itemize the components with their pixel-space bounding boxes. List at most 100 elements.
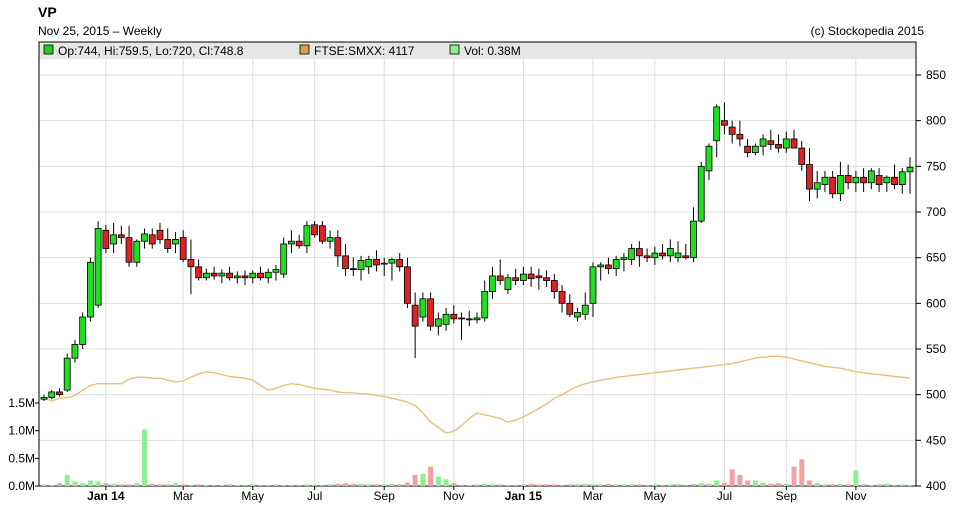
candle <box>713 104 721 158</box>
candle <box>512 268 520 286</box>
candle-body <box>133 240 141 263</box>
candle <box>380 257 388 276</box>
candle <box>690 207 697 263</box>
volume-bar <box>768 483 774 486</box>
candle <box>318 221 326 244</box>
price-tick-label: 600 <box>926 296 946 310</box>
volume-bar <box>489 484 495 486</box>
candle <box>721 102 728 135</box>
candle-body <box>187 259 195 268</box>
candle <box>311 221 319 238</box>
candle-body <box>775 144 782 149</box>
candle-body <box>628 248 636 260</box>
candle-body <box>311 224 319 236</box>
candle <box>79 312 87 349</box>
candle <box>334 230 342 267</box>
candle <box>264 268 272 284</box>
x-tick-label: Sep <box>776 489 798 503</box>
candle <box>489 266 496 299</box>
volume-bar <box>103 483 109 486</box>
volume-bar <box>41 484 47 486</box>
candle-body <box>806 164 813 190</box>
volume-bar <box>683 484 689 486</box>
candle <box>288 230 295 254</box>
candle <box>697 161 705 223</box>
price-tick-label: 450 <box>926 433 946 447</box>
candle <box>589 262 597 318</box>
candle-body <box>342 255 349 270</box>
volume-bar <box>551 484 557 486</box>
volume-bar <box>892 484 898 486</box>
candle-body <box>442 313 450 325</box>
volume-bar <box>288 484 294 486</box>
candle-body <box>102 229 110 249</box>
candle <box>883 175 891 192</box>
volume-bar <box>629 484 635 486</box>
volume-bar <box>544 484 550 486</box>
candle <box>241 270 249 286</box>
candle <box>597 262 605 281</box>
candle <box>373 250 380 272</box>
volume-bar <box>64 474 70 486</box>
candle <box>396 253 404 272</box>
candle <box>481 280 489 322</box>
candle <box>728 120 736 144</box>
candle-body <box>226 272 233 279</box>
volume-bar <box>327 484 333 486</box>
x-tick-label: May <box>241 489 264 503</box>
candle <box>40 394 48 402</box>
volume-bar <box>157 484 163 486</box>
volume-bar <box>366 484 372 486</box>
candle-body <box>496 275 504 281</box>
candle <box>496 259 504 286</box>
candle <box>349 257 357 276</box>
candle-body <box>465 318 473 321</box>
candle-body <box>566 302 574 315</box>
candle-body <box>736 133 744 140</box>
candle-body <box>550 280 558 292</box>
candle <box>86 257 94 322</box>
candle <box>643 248 651 263</box>
candle <box>744 138 752 158</box>
candle <box>226 266 233 281</box>
candle <box>806 148 813 202</box>
volume-bar <box>907 484 913 486</box>
candle <box>202 268 210 281</box>
volume-bar <box>806 480 812 486</box>
candle-body <box>867 170 875 184</box>
candle <box>535 268 543 290</box>
volume-bar <box>667 484 673 486</box>
candle-body <box>883 176 891 184</box>
volume-bar <box>389 483 395 486</box>
candle-body <box>721 120 728 126</box>
volume-bar <box>258 484 263 486</box>
candle-body <box>56 391 63 396</box>
candle-body <box>504 277 512 291</box>
candle-body <box>620 257 628 260</box>
candle-body <box>71 344 79 359</box>
volume-bar <box>343 483 349 486</box>
volume-bar <box>304 484 310 486</box>
candle-body <box>751 145 759 154</box>
volume-bar <box>520 484 526 486</box>
volume-bar <box>582 483 588 486</box>
volume-bar <box>621 484 627 486</box>
volume-bars <box>41 429 913 486</box>
volume-bar <box>497 484 503 486</box>
candle-body <box>790 138 798 149</box>
legend-label: Vol: 0.38M <box>464 44 521 58</box>
candle-body <box>798 147 806 165</box>
candle-body <box>705 145 713 172</box>
candle-body <box>117 234 125 238</box>
candle <box>813 170 821 199</box>
candle-body <box>450 313 458 320</box>
candle <box>867 168 875 190</box>
volume-bar <box>381 484 387 486</box>
candle <box>133 239 141 267</box>
candle <box>837 161 844 202</box>
candle-body <box>813 182 821 190</box>
candle-body <box>288 240 295 245</box>
volume-bar <box>737 474 743 486</box>
candle-body <box>249 272 257 279</box>
volume-bar <box>791 466 797 486</box>
